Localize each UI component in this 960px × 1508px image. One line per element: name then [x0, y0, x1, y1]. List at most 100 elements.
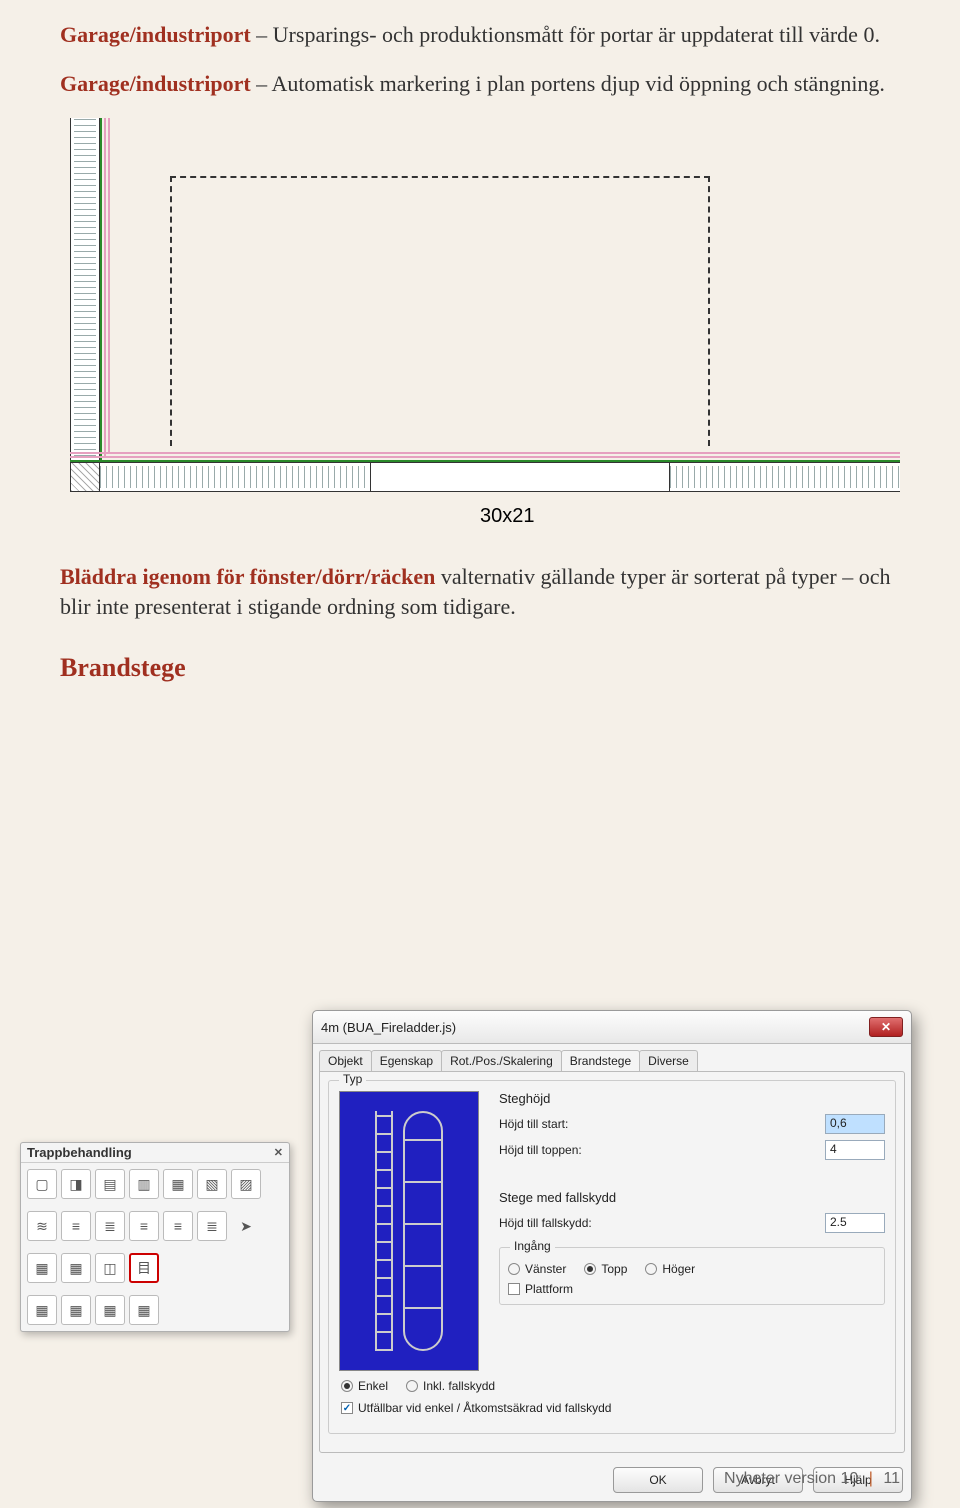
pink-line-h2 — [70, 452, 900, 454]
radio-hoger[interactable]: Höger — [645, 1262, 695, 1276]
radio-icon — [406, 1380, 418, 1392]
radio-topp[interactable]: Topp — [584, 1262, 627, 1276]
hojd-topp-label: Höjd till toppen: — [499, 1143, 825, 1157]
wall-corner — [70, 462, 100, 492]
footer-page: 11 — [883, 1470, 900, 1487]
fields-column: Steghöjd Höjd till start: 0,6 Höjd till … — [489, 1091, 885, 1371]
tool-icon[interactable]: ≣ — [95, 1211, 125, 1241]
dialog-titlebar[interactable]: 4m (BUA_Fireladder.js) ✕ — [313, 1011, 911, 1044]
hojd-start-label: Höjd till start: — [499, 1117, 825, 1131]
fallskydd-heading: Stege med fallskydd — [499, 1190, 885, 1205]
fire-ladder-dialog: 4m (BUA_Fireladder.js) ✕ Objekt Egenskap… — [312, 1010, 912, 1502]
paragraph-1: Garage/industriport – Ursparings- och pr… — [60, 20, 900, 51]
group-ingang: Ingång Vänster Topp — [499, 1247, 885, 1305]
para2-lead: Garage/industriport — [60, 71, 251, 96]
hojd-fallskydd-label: Höjd till fallskydd: — [499, 1216, 825, 1230]
hatch-vertical — [74, 118, 96, 462]
dialog-title: 4m (BUA_Fireladder.js) — [321, 1020, 456, 1035]
radio-icon — [508, 1263, 520, 1275]
dialog-body: Typ Steghöjd Höjd till start: 0,6 Höjd t… — [319, 1071, 905, 1453]
legend-ingang: Ingång — [510, 1239, 555, 1253]
footer-separator-icon: | — [869, 1470, 873, 1487]
ladder-cage-icon — [403, 1111, 443, 1351]
cursor-icon[interactable]: ➤ — [231, 1211, 261, 1241]
checkbox-icon: ✓ — [341, 1402, 353, 1414]
radio-vanster[interactable]: Vänster — [508, 1262, 566, 1276]
enkel-label: Enkel — [358, 1379, 388, 1393]
tool-icon[interactable]: ▦ — [27, 1253, 57, 1283]
tool-icon[interactable]: ▦ — [129, 1295, 159, 1325]
ladder-icon — [375, 1111, 393, 1351]
palette-row-4: ▦ ▦ ▦ ▦ — [21, 1289, 289, 1331]
ok-button[interactable]: OK — [613, 1467, 703, 1493]
fire-ladder-tool-icon[interactable]: 目 — [129, 1253, 159, 1283]
legend-typ: Typ — [339, 1072, 366, 1086]
tab-egenskap[interactable]: Egenskap — [371, 1050, 442, 1071]
para1-lead: Garage/industriport — [60, 22, 251, 47]
tab-brandstege[interactable]: Brandstege — [561, 1050, 640, 1071]
checkbox-icon — [508, 1283, 520, 1295]
tab-diverse[interactable]: Diverse — [639, 1050, 698, 1071]
tool-icon[interactable]: ≡ — [61, 1211, 91, 1241]
tab-rot-pos-skalering[interactable]: Rot./Pos./Skalering — [441, 1050, 562, 1071]
utfallbar-label: Utfällbar vid enkel / Åtkomstsäkrad vid … — [358, 1401, 611, 1415]
tool-icon[interactable]: ▢ — [27, 1169, 57, 1199]
tool-icon[interactable]: ▥ — [129, 1169, 159, 1199]
tab-objekt[interactable]: Objekt — [319, 1050, 372, 1071]
paragraph-3: Bläddra igenom för fönster/dörr/räcken v… — [60, 562, 900, 624]
tool-icon[interactable]: ▦ — [95, 1295, 125, 1325]
radio-icon — [341, 1380, 353, 1392]
para2-rest: – Automatisk markering i plan portens dj… — [251, 71, 885, 96]
toolbar-palette: Trappbehandling ✕ ▢ ◨ ▤ ▥ ▦ ▧ ▨ ≋ ≡ ≣ ≡ … — [20, 1142, 290, 1332]
heading-brandstege: Brandstege — [60, 653, 900, 683]
close-button[interactable]: ✕ — [869, 1017, 903, 1037]
hojd-start-input[interactable]: 0,6 — [825, 1114, 885, 1134]
tool-icon[interactable]: ≡ — [163, 1211, 193, 1241]
page-footer: Nyheter version 10 | 11 — [724, 1470, 900, 1488]
close-icon[interactable]: ✕ — [274, 1146, 283, 1159]
ladder-preview — [339, 1091, 479, 1371]
door-swing-dashed — [170, 176, 710, 446]
group-typ: Typ Steghöjd Höjd till start: 0,6 Höjd t… — [328, 1080, 896, 1434]
pink-line-v1 — [104, 118, 106, 458]
hojd-topp-input[interactable]: 4 — [825, 1140, 885, 1160]
radio-vanster-label: Vänster — [525, 1262, 566, 1276]
tool-icon[interactable]: ▨ — [231, 1169, 261, 1199]
plattform-label: Plattform — [525, 1282, 573, 1296]
tool-icon[interactable]: ≣ — [197, 1211, 227, 1241]
tool-icon[interactable]: ◫ — [95, 1253, 125, 1283]
checkbox-utfallbar[interactable]: ✓ Utfällbar vid enkel / Åtkomstsäkrad vi… — [341, 1401, 883, 1415]
door-opening — [370, 462, 670, 492]
tool-icon[interactable]: ▧ — [197, 1169, 227, 1199]
plan-drawing: 30x21 — [60, 118, 900, 538]
inkl-fallskydd-label: Inkl. fallskydd — [423, 1379, 495, 1393]
tool-icon[interactable]: ◨ — [61, 1169, 91, 1199]
footer-text: Nyheter version 10 — [724, 1470, 858, 1487]
palette-row-3: ▦ ▦ ◫ 目 — [21, 1247, 289, 1289]
palette-row-1: ▢ ◨ ▤ ▥ ▦ ▧ ▨ — [21, 1163, 289, 1205]
radio-topp-label: Topp — [601, 1262, 627, 1276]
para3-lead: Bläddra igenom för fönster/dörr/räcken — [60, 564, 435, 589]
pink-line-h1 — [70, 456, 900, 458]
hojd-fallskydd-input[interactable]: 2.5 — [825, 1213, 885, 1233]
tool-icon[interactable]: ▦ — [61, 1295, 91, 1325]
tool-icon[interactable]: ≋ — [27, 1211, 57, 1241]
para1-rest: – Ursparings- och produktionsmått för po… — [251, 22, 880, 47]
green-line-v — [100, 118, 102, 462]
radio-hoger-label: Höger — [662, 1262, 695, 1276]
checkbox-plattform[interactable]: Plattform — [508, 1282, 876, 1296]
radio-enkel[interactable]: Enkel — [341, 1379, 388, 1393]
tool-icon[interactable]: ≡ — [129, 1211, 159, 1241]
paragraph-2: Garage/industriport – Automatisk markeri… — [60, 69, 900, 100]
pink-line-v2 — [108, 118, 110, 454]
tool-icon[interactable]: ▦ — [61, 1253, 91, 1283]
tool-icon[interactable]: ▤ — [95, 1169, 125, 1199]
radio-inkl-fallskydd[interactable]: Inkl. fallskydd — [406, 1379, 495, 1393]
palette-row-2: ≋ ≡ ≣ ≡ ≡ ≣ ➤ — [21, 1205, 289, 1247]
tool-icon[interactable]: ▦ — [27, 1295, 57, 1325]
palette-titlebar[interactable]: Trappbehandling ✕ — [21, 1143, 289, 1163]
dimension-label: 30x21 — [480, 505, 535, 528]
tool-icon[interactable]: ▦ — [163, 1169, 193, 1199]
palette-title: Trappbehandling — [27, 1145, 132, 1160]
radio-icon — [584, 1263, 596, 1275]
